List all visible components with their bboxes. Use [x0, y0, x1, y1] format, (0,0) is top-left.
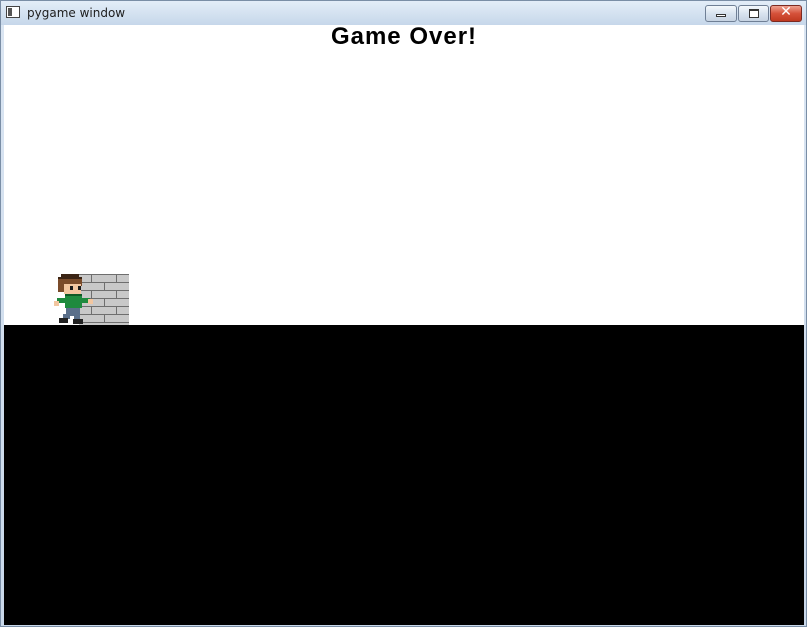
minimize-button[interactable]: [705, 5, 737, 22]
maximize-button[interactable]: [738, 5, 769, 22]
app-window: pygame window ✕ Game Over!: [0, 0, 807, 627]
app-icon[interactable]: [6, 6, 20, 18]
game-over-text: Game Over!: [330, 25, 478, 50]
ground: [4, 325, 804, 625]
close-button[interactable]: ✕: [770, 4, 802, 22]
player-character-sprite: [54, 274, 93, 324]
minimize-icon: [716, 14, 726, 17]
maximize-icon: [749, 9, 759, 18]
title-bar[interactable]: pygame window ✕: [1, 1, 806, 25]
window-title: pygame window: [27, 6, 126, 20]
close-icon: ✕: [780, 4, 792, 20]
game-canvas[interactable]: Game Over!: [4, 25, 804, 625]
